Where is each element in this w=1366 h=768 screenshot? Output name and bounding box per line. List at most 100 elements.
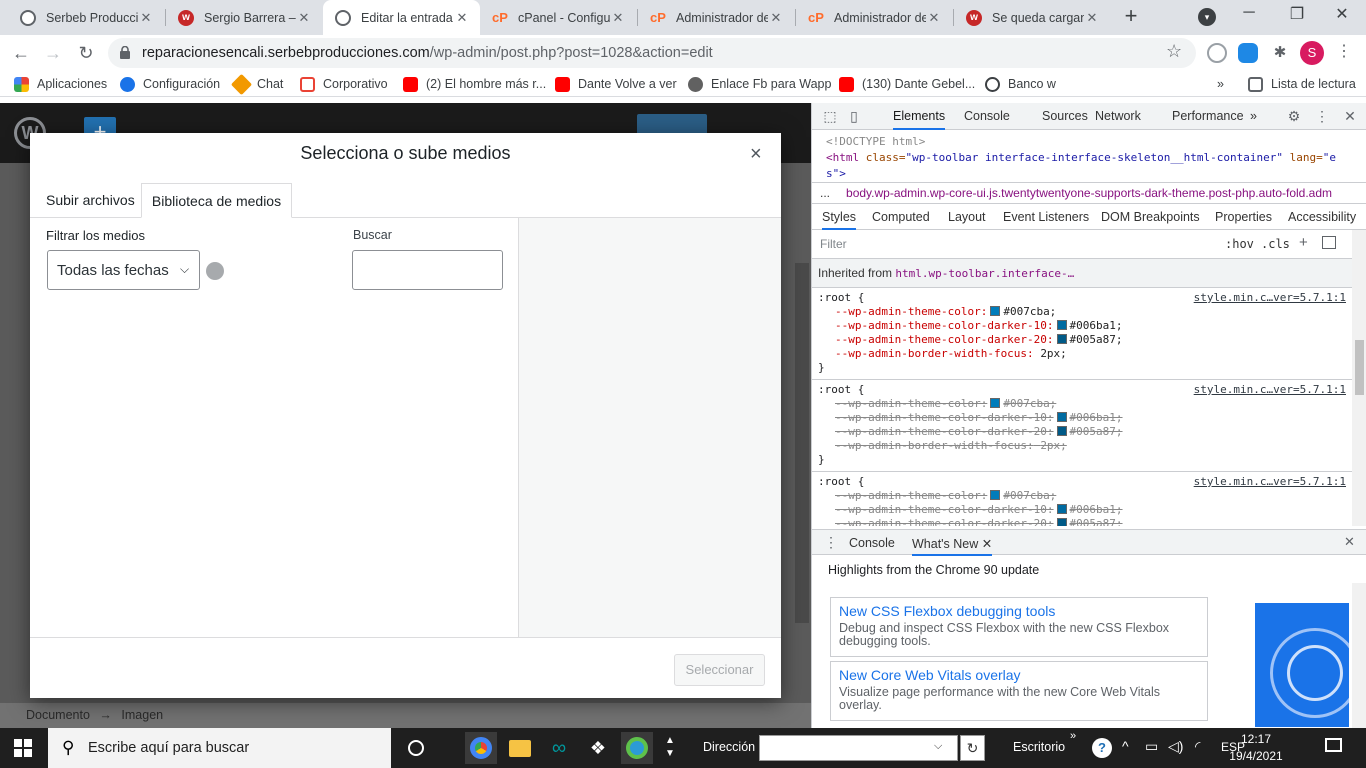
subtab-event-listeners[interactable]: Event Listeners [1003,204,1089,230]
browser-tab[interactable]: w Se queda cargand ✕ [954,0,1110,35]
close-tab-icon[interactable]: ✕ [610,10,626,26]
clock[interactable]: 12:17 19/4/2021 [1228,731,1284,765]
dom-breadcrumb[interactable]: ... body.wp-admin.wp-core-ui.js.twentytwe… [812,182,1366,204]
page-scrollbar[interactable] [795,263,809,623]
css-declaration[interactable]: --wp-admin-theme-color: #007cba; [818,489,1352,503]
css-declaration[interactable]: --wp-admin-border-width-focus: 2px; [818,439,1352,453]
task-view-icon[interactable] [400,732,432,764]
close-window-icon[interactable]: ✕ [1329,4,1355,28]
bookmark-youtube-3[interactable]: (130) Dante Gebel... [839,75,975,93]
style-rule-overridden[interactable]: :root { style.min.c…ver=5.7.1:1 --wp-adm… [812,472,1352,526]
close-tab-icon[interactable]: ✕ [926,10,942,26]
bookmark-banco[interactable]: Banco w [985,75,1056,93]
more-bookmarks-button[interactable]: » [1217,75,1224,93]
bookmark-youtube-1[interactable]: (2) El hombre más r... [403,75,546,93]
css-declaration[interactable]: --wp-admin-border-width-focus: 2px; [818,347,1352,361]
devtools-tab-elements[interactable]: Elements [893,103,946,130]
dom-tree[interactable]: <!DOCTYPE html> <html class="wp-toolbar … [812,130,1354,182]
volume-icon[interactable]: ◁) [1168,738,1183,755]
card-title-link[interactable]: New Core Web Vitals overlay [839,667,1199,683]
color-swatch-icon[interactable] [1056,334,1067,344]
reading-list-button[interactable]: Lista de lectura [1248,75,1356,93]
css-declaration[interactable]: --wp-admin-theme-color-darker-10: #006ba1… [818,319,1352,333]
whats-new-card[interactable]: New Core Web Vitals overlay Visualize pa… [830,661,1208,721]
subtab-styles[interactable]: Styles [822,204,857,230]
subtab-dom-breakpoints[interactable]: DOM Breakpoints [1101,204,1200,230]
css-declaration[interactable]: --wp-admin-theme-color-darker-20: #005a87… [818,333,1352,347]
toggle-sidebar-icon[interactable] [1322,236,1336,249]
drawer-tab-whats-new[interactable]: What's New ✕ [912,530,993,556]
browser-tab[interactable]: Serbeb Produccio ✕ [8,0,164,35]
whats-new-card[interactable]: New CSS Flexbox debugging tools Debug an… [830,597,1208,657]
file-explorer-icon[interactable] [504,732,536,764]
rule-source-link[interactable]: style.min.c…ver=5.7.1:1 [1194,291,1346,305]
wifi-icon[interactable]: ◜ [1195,738,1200,755]
drawer-scrollbar[interactable] [1352,583,1366,728]
scroll-arrows-icon[interactable]: ▲ ▼ [665,734,675,760]
close-tab-icon[interactable]: ✕ [1084,10,1100,26]
restore-icon[interactable]: ❐ [1284,4,1310,28]
close-tab-icon[interactable]: ✕ [296,10,312,26]
browser-tab[interactable]: cP cPanel - Configur ✕ [480,0,636,35]
bookmark-config[interactable]: Configuración [120,75,220,93]
devtools-tab-network[interactable]: Network [1095,103,1141,130]
subtab-properties[interactable]: Properties [1215,204,1272,230]
extensions-puzzle-icon[interactable]: ✱ [1270,43,1290,63]
color-swatch-icon[interactable] [1056,504,1067,514]
css-declaration[interactable]: --wp-admin-theme-color: #007cba; [818,397,1352,411]
inspect-element-icon[interactable]: ⬚ [822,108,838,124]
devtools-tab-sources[interactable]: Sources [1042,103,1088,130]
browser-tab[interactable]: w Sergio Barrera – A ✕ [166,0,322,35]
bookmark-fb-wapp[interactable]: Enlace Fb para Wapp [688,75,831,93]
desktop-toolbar-label[interactable]: Escritorio [1013,740,1065,754]
dom-html-node[interactable]: <html class="wp-toolbar interface-interf… [826,150,1354,166]
profile-avatar[interactable]: S [1300,41,1324,65]
toolbar-chevron[interactable]: » [1070,730,1076,742]
rule-source-link[interactable]: style.min.c…ver=5.7.1:1 [1194,383,1346,397]
tab-upload-files[interactable]: Subir archivos [46,183,135,218]
css-declaration[interactable]: --wp-admin-theme-color-darker-10: #006ba1… [818,411,1352,425]
arduino-icon[interactable]: ∞ [543,732,575,764]
browser-tab[interactable]: cP Administrador de ✕ [796,0,952,35]
close-tab-icon[interactable]: ✕ [138,10,154,26]
close-drawer-icon[interactable]: ✕ [1344,534,1355,550]
tab-media-library[interactable]: Biblioteca de medios [141,183,292,218]
hover-state-toggle[interactable]: :hov [1225,237,1254,251]
bookmark-youtube-2[interactable]: Dante Volve a ver [555,75,677,93]
refresh-icon[interactable]: ↻ [960,735,985,761]
devtools-tab-performance[interactable]: Performance [1172,103,1244,130]
styles-scrollbar[interactable] [1352,230,1366,526]
reload-icon[interactable]: ↻ [73,40,99,66]
date-filter-select[interactable]: Todas las fechas [47,250,200,290]
search-media-input[interactable] [352,250,503,290]
chrome-taskbar-icon[interactable] [465,732,497,764]
address-toolbar-input[interactable] [759,735,958,761]
new-style-rule-icon[interactable]: + [1299,234,1308,251]
css-declaration[interactable]: --wp-admin-theme-color: #007cba; [818,305,1352,319]
cloud-extension-icon[interactable] [1238,43,1258,63]
color-swatch-icon[interactable] [990,306,1001,316]
inherited-selector[interactable]: html.wp-toolbar.interface-… [895,267,1074,280]
tab-search-icon[interactable]: ▾ [1198,8,1216,26]
style-rule[interactable]: :root { style.min.c…ver=5.7.1:1 --wp-adm… [812,288,1352,380]
windows-start-icon[interactable] [14,739,32,757]
back-icon[interactable]: ← [8,40,34,66]
bookmark-corporativo[interactable]: Corporativo [300,75,388,93]
close-tab-icon[interactable]: ✕ [454,10,470,26]
bookmark-apps[interactable]: Aplicaciones [14,75,107,93]
subtab-computed[interactable]: Computed [872,204,930,230]
drawer-tab-console[interactable]: Console [849,530,895,556]
breadcrumb-image[interactable]: Imagen [121,708,163,722]
notifications-icon[interactable] [1325,738,1342,752]
help-icon[interactable]: ? [1092,738,1112,758]
bookmark-chat[interactable]: Chat [230,73,283,95]
css-declaration[interactable]: --wp-admin-theme-color-darker-20: #005a87… [818,517,1352,526]
color-swatch-icon[interactable] [1056,320,1067,330]
dropbox-icon[interactable]: ❖ [582,732,614,764]
style-rule-overridden[interactable]: :root { style.min.c…ver=5.7.1:1 --wp-adm… [812,380,1352,472]
more-tabs-button[interactable]: » [1250,103,1257,130]
drawer-menu-icon[interactable]: ⋮ [824,534,838,551]
device-toolbar-icon[interactable]: ▯ [846,108,862,124]
color-swatch-icon[interactable] [1056,412,1067,422]
show-hidden-icons-icon[interactable]: ^ [1122,738,1129,754]
